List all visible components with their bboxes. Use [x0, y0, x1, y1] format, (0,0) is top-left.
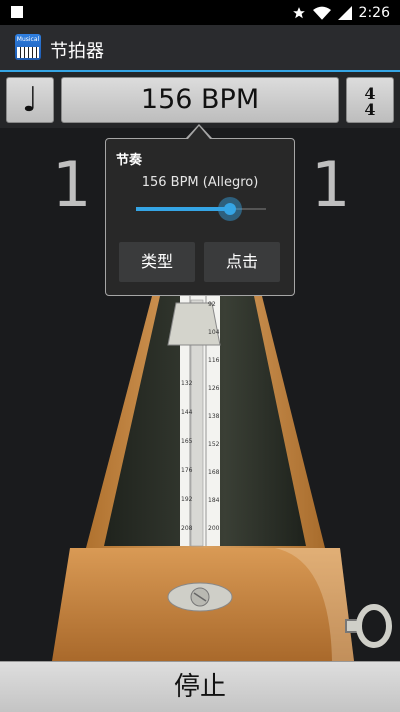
slider-thumb[interactable] [217, 197, 242, 221]
scale-label-left: 176 [181, 467, 193, 474]
slider-fill [136, 207, 230, 211]
popup-pointer-inner [188, 126, 210, 139]
scale-label-left: 144 [181, 409, 193, 416]
scale-label-left: 165 [181, 438, 193, 445]
scale-label-left: 132 [181, 380, 193, 387]
stop-button[interactable]: 停止 [0, 661, 400, 712]
scale-label-right: 126 [208, 385, 220, 392]
popup-tempo-text: 156 BPM (Allegro) [141, 175, 259, 190]
tempo-popup: 节奏 156 BPM (Allegro) 类型 点击 [105, 138, 295, 296]
metronome-illustration: 92 104 116 126 138 152 168 184 200 132 144 165 176 19… [52, 296, 392, 661]
tempo-slider[interactable] [136, 197, 266, 221]
scale-label-left: 192 [181, 496, 193, 503]
scale-label-right: 168 [208, 469, 220, 476]
scale-label-left: 208 [181, 525, 193, 532]
beat-counter-left: 1 [52, 148, 92, 221]
scale-label-right: 92 [208, 301, 216, 308]
beat-counter-right: 1 [311, 148, 351, 221]
pendulum-weight [167, 302, 221, 346]
tap-button[interactable]: 点击 [204, 242, 280, 282]
type-button[interactable]: 类型 [119, 242, 195, 282]
popup-title: 节奏 [116, 153, 143, 168]
scale-label-right: 184 [208, 497, 220, 504]
scale-label-right: 138 [208, 413, 220, 420]
scale-label-right: 116 [208, 357, 220, 364]
scale-label-right: 152 [208, 441, 220, 448]
scale-label-right: 104 [208, 329, 220, 336]
winding-key [345, 604, 392, 648]
scale-label-right: 200 [208, 525, 220, 532]
